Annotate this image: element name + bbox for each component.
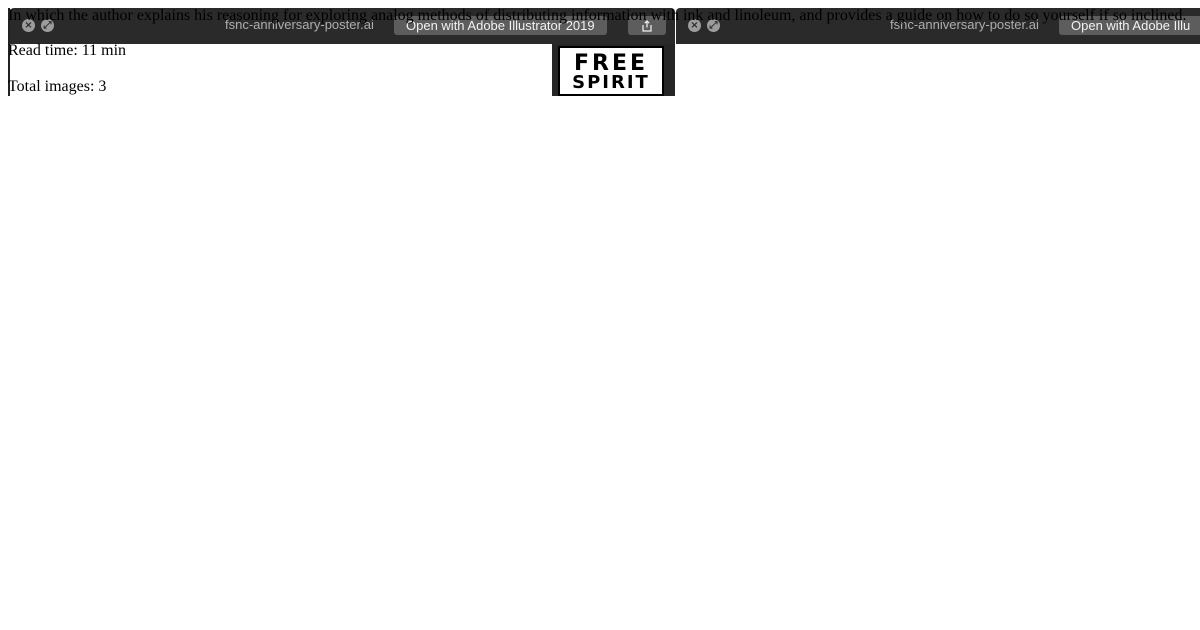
close-icon[interactable]: × bbox=[688, 19, 701, 32]
file-name: fsnc-anniversary-poster.ai bbox=[225, 17, 374, 32]
file-preview: FREE SPIRIT bbox=[10, 44, 675, 96]
poster-thumbnail: FREE SPIRIT bbox=[552, 44, 675, 96]
close-icon[interactable]: × bbox=[22, 19, 35, 32]
quicklook-toolbar: × ⤢ fsnc-anniversary-poster.ai Open with… bbox=[676, 8, 1200, 44]
open-with-app-button[interactable]: Open with Adobe Illustrator 2019 bbox=[394, 16, 607, 35]
share-button[interactable] bbox=[628, 16, 666, 35]
poster-title-line-2: SPIRIT bbox=[572, 72, 650, 93]
screenshot-stage: × ⤢ fsnc-anniversary-poster.ai Open with… bbox=[0, 0, 1200, 630]
file-preview bbox=[676, 44, 1200, 96]
fullscreen-icon[interactable]: ⤢ bbox=[707, 19, 720, 32]
share-icon bbox=[642, 20, 652, 32]
file-name: fsnc-anniversary-poster.ai bbox=[890, 17, 1039, 32]
open-with-app-button[interactable]: Open with Adobe Illu bbox=[1059, 16, 1200, 35]
quicklook-window: × ⤢ fsnc-anniversary-poster.ai Open with… bbox=[8, 8, 675, 96]
quicklook-toolbar: × ⤢ fsnc-anniversary-poster.ai Open with… bbox=[10, 8, 675, 44]
fullscreen-icon[interactable]: ⤢ bbox=[41, 19, 54, 32]
quicklook-window: × ⤢ fsnc-anniversary-poster.ai Open with… bbox=[676, 8, 1200, 96]
poster-image: FREE SPIRIT bbox=[558, 46, 664, 96]
